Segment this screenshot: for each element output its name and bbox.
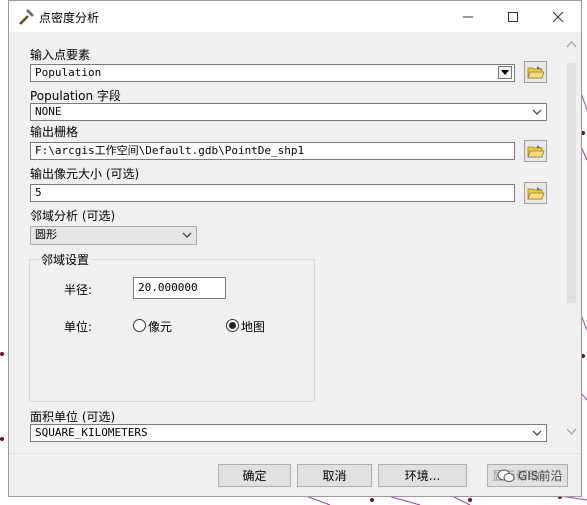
environment-button[interactable]: 环境... — [378, 464, 467, 487]
input-points-dropdown[interactable] — [498, 66, 512, 79]
radius-value: 20.000000 — [138, 281, 198, 294]
population-field-label: Population 字段 — [30, 89, 121, 103]
neighborhood-label: 邻域分析 (可选) — [30, 209, 116, 223]
chevron-down-icon — [182, 232, 192, 238]
population-field-combo[interactable]: NONE — [30, 103, 547, 121]
unit-map-radio[interactable] — [226, 319, 239, 332]
output-raster-label: 输出栅格 — [30, 125, 79, 139]
cell-size-browse-button[interactable] — [524, 182, 547, 204]
input-points-browse-button[interactable] — [524, 61, 547, 83]
chevron-down-icon — [532, 109, 542, 115]
input-points-value: Population — [35, 66, 102, 79]
folder-open-icon — [526, 186, 545, 199]
watermark-text: GIS前沿 — [518, 469, 563, 483]
point-density-dialog: 点密度分析 输入点要素 Population Population 字段 NON… — [8, 0, 582, 497]
output-raster-browse-button[interactable] — [524, 140, 547, 162]
area-units-combo[interactable]: SQUARE_KILOMETERS — [30, 424, 547, 442]
unit-map-label: 地图 — [241, 320, 266, 334]
close-button[interactable] — [535, 1, 581, 32]
window-title: 点密度分析 — [39, 11, 100, 25]
ok-button[interactable]: 确定 — [218, 464, 291, 487]
unit-cell-label: 像元 — [148, 320, 173, 334]
folder-open-icon — [526, 144, 545, 157]
chevron-down-icon — [501, 69, 509, 75]
maximize-icon — [508, 11, 518, 22]
close-icon — [552, 11, 564, 22]
neighborhood-value: 圆形 — [35, 228, 57, 241]
hammer-icon — [19, 9, 34, 25]
population-field-value: NONE — [35, 105, 62, 118]
output-raster-value: F:\arcgis工作空间\Default.gdb\PointDe_shp1 — [35, 144, 305, 157]
chevron-down-icon — [532, 430, 542, 436]
area-units-label: 面积单位 (可选) — [30, 410, 116, 424]
neighborhood-combo[interactable]: 圆形 — [30, 226, 197, 245]
cancel-button[interactable]: 取消 — [297, 464, 372, 487]
maximize-button[interactable] — [490, 1, 536, 32]
wechat-watermark: GIS前沿 — [497, 467, 562, 484]
output-raster-input[interactable]: F:\arcgis工作空间\Default.gdb\PointDe_shp1 — [30, 142, 515, 160]
title-bar[interactable]: 点密度分析 — [9, 1, 581, 32]
minimize-button[interactable] — [445, 1, 491, 32]
footer-divider — [9, 453, 581, 454]
radius-input[interactable]: 20.000000 — [133, 277, 226, 299]
cell-size-label: 输出像元大小 (可选) — [30, 167, 140, 181]
vertical-scrollbar[interactable] — [563, 33, 580, 451]
neighborhood-settings-title: 邻域设置 — [39, 251, 92, 268]
folder-open-icon — [526, 65, 545, 78]
radius-label: 半径: — [64, 283, 93, 297]
area-units-value: SQUARE_KILOMETERS — [35, 426, 148, 439]
units-label: 单位: — [64, 320, 93, 334]
cell-size-input[interactable]: 5 — [30, 184, 515, 202]
cell-size-value: 5 — [35, 186, 42, 199]
input-points-label: 输入点要素 — [30, 48, 91, 62]
wechat-icon — [497, 469, 515, 482]
unit-cell-radio[interactable] — [133, 319, 146, 332]
input-points-combo[interactable]: Population — [30, 64, 515, 82]
minimize-icon — [463, 16, 473, 17]
